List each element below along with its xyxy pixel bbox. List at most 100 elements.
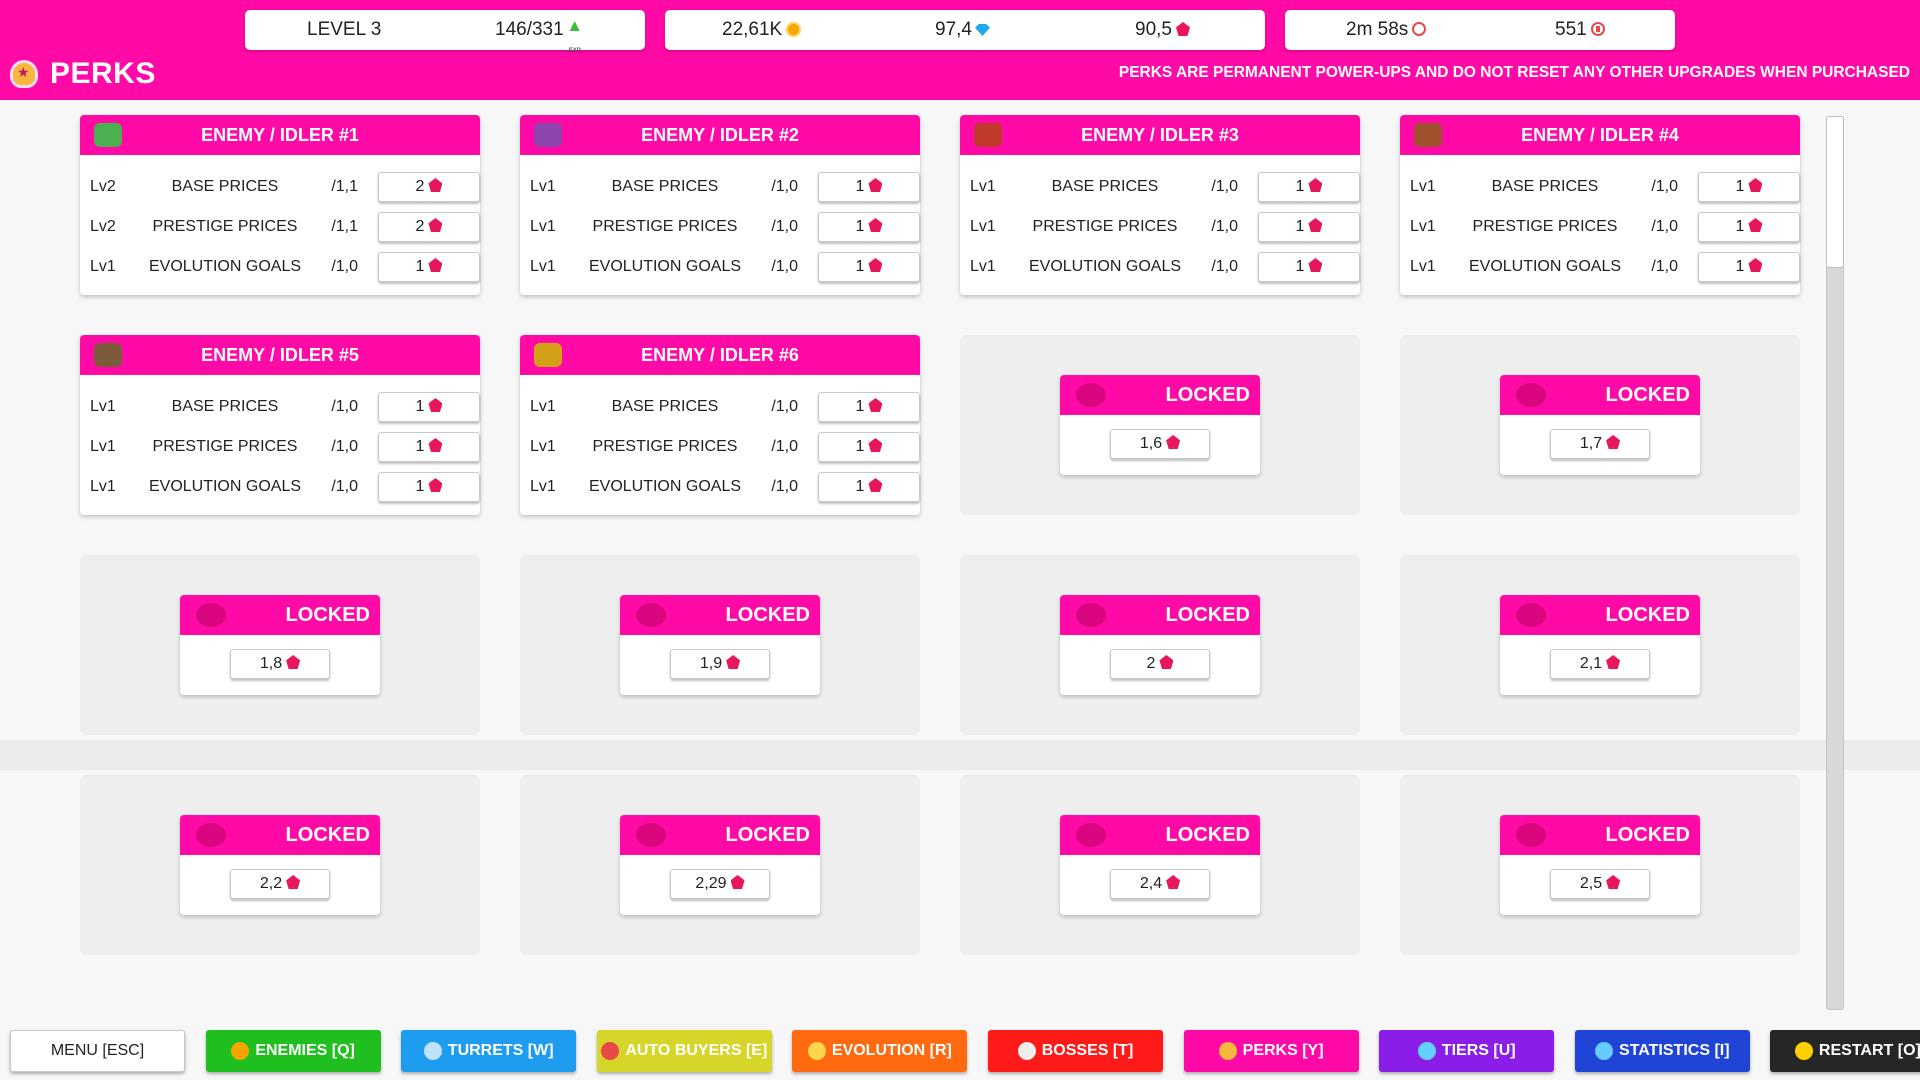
buy-perk-button[interactable]: 1 [818,472,920,502]
perk-name: PRESTIGE PRICES [1472,218,1618,235]
buy-perk-button[interactable]: 1 [818,172,920,202]
perk-level: Lv1 [1410,258,1436,275]
perk-name: BASE PRICES [1051,178,1159,195]
nav-button-bosses[interactable]: BOSSES [T] [988,1030,1163,1072]
buy-perk-button[interactable]: 1 [378,252,480,282]
perk-level: Lv1 [90,398,116,415]
kills-value: 551 [1555,19,1587,40]
perk-level: Lv1 [90,438,116,455]
perk-row: Lv2 PRESTIGE PRICES/1,1 2 [90,211,480,243]
perk-multiplier: /1,0 [771,398,798,415]
perk-card-title-text: ENEMY / IDLER #1 [201,125,359,145]
locked-perk-card: LOCKED 2 [1060,595,1260,695]
unlock-perk-button[interactable]: 1,6 [1110,429,1210,459]
cost-value: 1 [1295,258,1305,275]
enemy-silhouette-icon [196,823,226,847]
locked-perk-header: LOCKED [620,595,820,635]
buy-perk-button[interactable]: 1 [1258,252,1360,282]
enemy-sprite-icon [534,343,562,367]
enemy-sprite-icon [1414,123,1442,147]
perks-description: PERKS ARE PERMANENT POWER-UPS AND DO NOT… [1118,64,1910,81]
enemy-sprite-icon [534,123,562,147]
nav-button-tiers[interactable]: TIERS [U] [1379,1030,1555,1072]
nav-button-statistics[interactable]: STATISTICS [I] [1574,1030,1750,1072]
perks-badge-icon [10,60,38,88]
cost-value: 2 [1146,655,1156,672]
buy-perk-button[interactable]: 1 [378,432,480,462]
gem-icon [1606,435,1621,449]
perk-level: Lv1 [90,478,116,495]
unlock-perk-button[interactable]: 2,2 [230,869,330,899]
buy-perk-button[interactable]: 1 [1258,172,1360,202]
diamonds-counter: 97,4 [935,10,990,50]
nav-button-evolution[interactable]: EVOLUTION [R] [792,1030,968,1072]
perk-multiplier: /1,0 [331,398,358,415]
cost-value: 1 [1295,178,1305,195]
gem-icon [428,258,443,272]
unlock-perk-button[interactable]: 2,5 [1550,869,1650,899]
cost-value: 1 [415,398,425,415]
perk-row: Lv1 BASE PRICES/1,0 1 [530,171,920,203]
gem-icon [428,478,443,492]
perk-card-title-text: ENEMY / IDLER #2 [641,125,799,145]
nav-button-label: MENU [ESC] [50,1042,145,1059]
perk-card-title: ENEMY / IDLER #1 [80,115,480,155]
gem-icon [428,438,443,452]
unlock-perk-button[interactable]: 1,8 [230,649,330,679]
nav-button-perks[interactable]: PERKS [Y] [1183,1030,1359,1072]
locked-perk-tile: LOCKED 1,9 [520,555,920,735]
scrollbar-thumb[interactable] [1826,116,1844,268]
perk-row: Lv1 PRESTIGE PRICES/1,0 1 [1410,211,1800,243]
nav-button-enemies[interactable]: ENEMIES [Q] [205,1030,381,1072]
nav-button-label: EVOLUTION [R] [831,1042,952,1059]
unlock-perk-button[interactable]: 2,29 [670,869,770,899]
enemy-sprite-icon [94,123,122,147]
cost-value: 1,6 [1139,435,1163,452]
gem-icon [1308,258,1323,272]
buy-perk-button[interactable]: 2 [378,172,480,202]
perk-row: Lv1 EVOLUTION GOALS/1,0 1 [530,471,920,503]
perk-multiplier: /1,0 [331,478,358,495]
nav-button-restart[interactable]: RESTART [O] [1770,1030,1920,1072]
buy-perk-button[interactable]: 1 [1258,212,1360,242]
gem-icon [868,478,883,492]
buy-perk-button[interactable]: 1 [1698,252,1800,282]
gem-icon [1159,655,1174,669]
locked-perk-card: LOCKED 1,7 [1500,375,1700,475]
nav-button-turrets[interactable]: TURRETS [W] [401,1030,577,1072]
perk-row: Lv1 EVOLUTION GOALS/1,0 1 [1410,251,1800,283]
buy-perk-button[interactable]: 1 [378,472,480,502]
buy-perk-button[interactable]: 1 [818,432,920,462]
perk-row: Lv1 EVOLUTION GOALS/1,0 1 [530,251,920,283]
locked-perk-card: LOCKED 2,5 [1500,815,1700,915]
perk-row: Lv1 EVOLUTION GOALS/1,0 1 [90,471,480,503]
nav-button-menu[interactable]: MENU [ESC] [10,1030,185,1072]
buy-perk-button[interactable]: 1 [818,392,920,422]
locked-perk-header: LOCKED [620,815,820,855]
unlock-perk-button[interactable]: 2,4 [1110,869,1210,899]
locked-perk-tile: LOCKED 1,8 [80,555,480,735]
buy-perk-button[interactable]: 2 [378,212,480,242]
unlock-perk-button[interactable]: 1,7 [1550,429,1650,459]
locked-label: LOCKED [1165,384,1250,406]
perk-card-title-text: ENEMY / IDLER #4 [1521,125,1679,145]
cost-value: 1 [1735,218,1745,235]
cost-value: 1 [1735,178,1745,195]
buy-perk-button[interactable]: 1 [818,252,920,282]
locked-perk-header: LOCKED [1500,595,1700,635]
unlock-perk-button[interactable]: 1,9 [670,649,770,679]
perk-name: BASE PRICES [1491,178,1599,195]
buy-perk-button[interactable]: 1 [818,212,920,242]
gem-icon [730,875,745,889]
locked-perk-card: LOCKED 2,4 [1060,815,1260,915]
locked-label: LOCKED [285,604,370,626]
perk-card: ENEMY / IDLER #4 Lv1 BASE PRICES/1,0 1 Lv1 PR… [1400,115,1800,295]
buy-perk-button[interactable]: 1 [1698,212,1800,242]
buy-perk-button[interactable]: 1 [1698,172,1800,202]
page-title-text: PERKS [50,57,156,90]
unlock-perk-button[interactable]: 2,1 [1550,649,1650,679]
perk-card-title: ENEMY / IDLER #6 [520,335,920,375]
buy-perk-button[interactable]: 1 [378,392,480,422]
unlock-perk-button[interactable]: 2 [1110,649,1210,679]
nav-button-auto[interactable]: AUTO BUYERS [E] [596,1030,772,1072]
